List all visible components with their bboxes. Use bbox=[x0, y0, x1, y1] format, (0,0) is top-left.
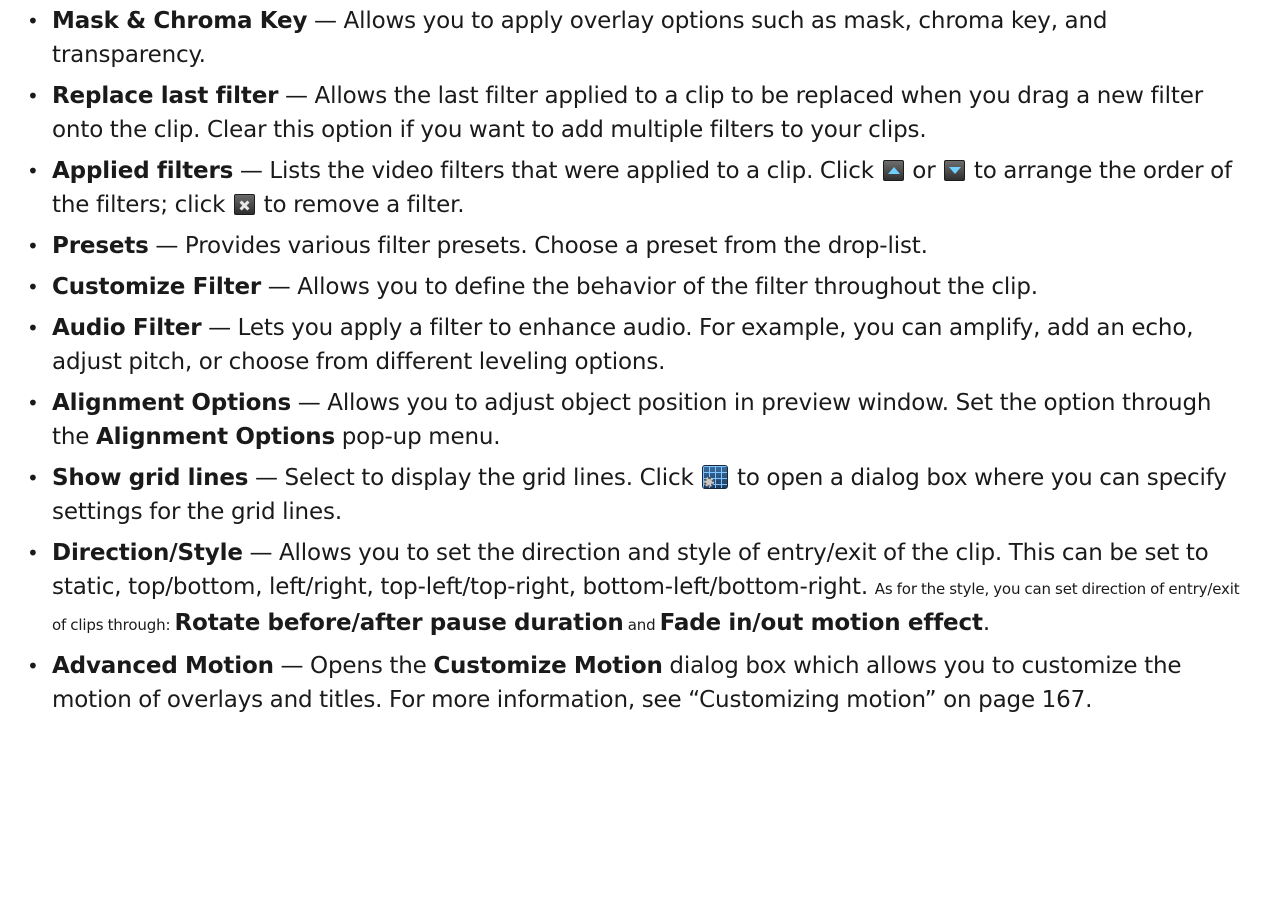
document-body: • Mask & Chroma Key — Allows you to appl… bbox=[0, 0, 1270, 717]
list-item-applied-filters: • Applied filters — Lists the video filt… bbox=[20, 154, 1250, 222]
term: Presets bbox=[52, 233, 149, 259]
term: Replace last filter bbox=[52, 83, 279, 109]
bullet: • bbox=[27, 654, 39, 678]
list-item-show-grid-lines: • Show grid lines — Select to display th… bbox=[20, 461, 1250, 529]
grid-settings-icon bbox=[702, 465, 729, 489]
description-part: pop-up menu. bbox=[335, 424, 501, 450]
bullet: • bbox=[27, 541, 39, 565]
description-part: or bbox=[905, 158, 943, 184]
list-item-replace-last-filter: • Replace last filter — Allows the last … bbox=[20, 79, 1250, 147]
term: Audio Filter bbox=[52, 315, 202, 341]
list-item-alignment-options: • Alignment Options — Allows you to adju… bbox=[20, 386, 1250, 454]
term: Customize Filter bbox=[52, 274, 262, 300]
bullet: • bbox=[27, 275, 39, 299]
list-item-mask-chroma-key: • Mask & Chroma Key — Allows you to appl… bbox=[20, 4, 1250, 72]
move-down-arrow-icon bbox=[944, 160, 966, 181]
description-part: — Select to display the grid lines. Clic… bbox=[248, 465, 701, 491]
remove-x-icon bbox=[233, 194, 255, 215]
bullet: • bbox=[27, 391, 39, 415]
term: Mask & Chroma Key bbox=[52, 8, 308, 34]
bullet: • bbox=[27, 234, 39, 258]
term-inline: Customize Motion bbox=[433, 653, 663, 679]
term-inline: Fade in/out motion effect bbox=[659, 610, 983, 636]
term: Show grid lines bbox=[52, 465, 249, 491]
list-item-presets: • Presets — Provides various filter pres… bbox=[20, 229, 1250, 263]
list-item-customize-filter: • Customize Filter — Allows you to defin… bbox=[20, 270, 1250, 304]
list-item-advanced-motion: • Advanced Motion — Opens the Customize … bbox=[20, 649, 1250, 717]
description-small: and bbox=[623, 616, 660, 634]
description-part: — Lists the video filters that were appl… bbox=[233, 158, 881, 184]
bullet: • bbox=[27, 9, 39, 33]
description-part: to remove a filter. bbox=[256, 192, 465, 218]
description: — Allows you to define the behavior of t… bbox=[261, 274, 1038, 300]
term: Direction/Style bbox=[52, 540, 243, 566]
list-item-direction-style: • Direction/Style — Allows you to set th… bbox=[20, 536, 1250, 642]
term: Alignment Options bbox=[52, 390, 292, 416]
move-up-arrow-icon bbox=[882, 160, 904, 181]
list-item-audio-filter: • Audio Filter — Lets you apply a filter… bbox=[20, 311, 1250, 379]
bullet: • bbox=[27, 466, 39, 490]
bullet: • bbox=[27, 316, 39, 340]
description-part: . bbox=[982, 610, 991, 636]
description: — Provides various filter presets. Choos… bbox=[148, 233, 928, 259]
description-part: — Opens the bbox=[273, 653, 434, 679]
term: Applied filters bbox=[52, 158, 234, 184]
gear-icon bbox=[704, 477, 715, 487]
bullet: • bbox=[27, 84, 39, 108]
bullet: • bbox=[27, 159, 39, 183]
term-inline: Rotate before/after pause duration bbox=[174, 610, 624, 636]
term-inline: Alignment Options bbox=[95, 424, 336, 450]
description: — Lets you apply a filter to enhance aud… bbox=[52, 315, 1194, 375]
term: Advanced Motion bbox=[52, 653, 274, 679]
